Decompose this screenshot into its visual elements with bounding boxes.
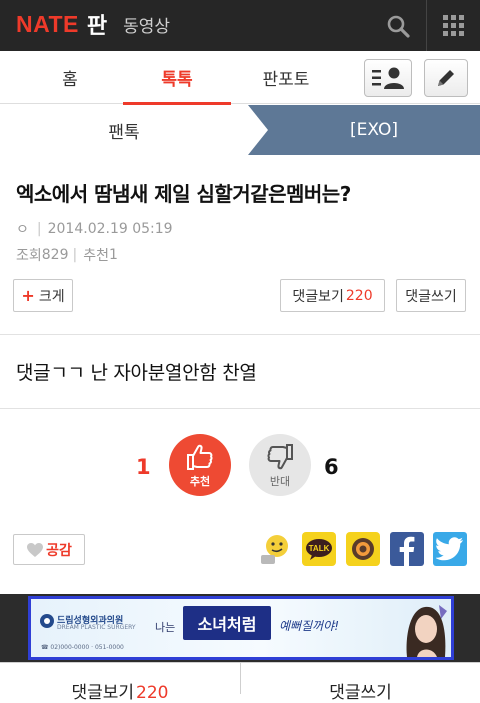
post-title: 엑소에서 땀냄새 제일 심할거같은멤버는?	[16, 182, 351, 206]
twitter-button[interactable]	[433, 532, 467, 566]
upvote-button[interactable]: 추천	[169, 434, 231, 496]
my-page-button[interactable]	[364, 59, 412, 97]
ad-headline: 소녀처럼	[183, 606, 271, 640]
facebook-button[interactable]	[390, 532, 424, 566]
upvote-count: 1	[136, 455, 151, 479]
pan-logo-text: 판	[86, 14, 108, 39]
write-post-button[interactable]	[424, 59, 468, 97]
breadcrumb: 팬톡 [EXO]	[0, 105, 480, 155]
recommend-label: 추천	[83, 248, 109, 264]
divider	[0, 334, 480, 335]
empathy-label: 공감	[46, 542, 72, 559]
write-comment-label: 댓글쓰기	[405, 288, 457, 305]
emoji-share-icon	[261, 535, 288, 564]
top-header: NATE 판 동영상	[0, 0, 480, 51]
search-button[interactable]	[372, 0, 424, 51]
ad-hospital-name-en: DREAM PLASTIC SURGERY	[57, 624, 136, 631]
video-link[interactable]: 동영상	[123, 12, 170, 37]
view-comments-label: 댓글보기	[292, 288, 344, 305]
downvote-button[interactable]: 반대	[249, 434, 311, 496]
ad-banner[interactable]: 드림성형외과의원 DREAM PLASTIC SURGERY ☎ 02)000-…	[28, 596, 454, 660]
views-count: 829	[41, 247, 69, 263]
breadcrumb-current[interactable]: [EXO]	[268, 105, 480, 155]
ad-area: 드림성형외과의원 DREAM PLASTIC SURGERY ☎ 02)000-…	[0, 594, 480, 662]
kakaotalk-label: TALK	[309, 544, 330, 553]
ad-model-image	[406, 605, 447, 657]
tab-toktok[interactable]: 톡톡	[123, 51, 231, 105]
grid-menu-icon	[442, 14, 464, 36]
menu-button[interactable]	[427, 0, 480, 51]
bottom-view-comments-label: 댓글보기	[71, 683, 135, 703]
enlarge-label: 크게	[38, 288, 65, 305]
post-meta-stats: 조회 829 | 추천 1	[16, 245, 118, 265]
nate-logo-text: NATE	[16, 10, 79, 37]
views-label: 조회	[16, 248, 42, 264]
kakaostory-button[interactable]	[346, 532, 380, 566]
recommend-count: 1	[108, 247, 118, 263]
post-meta-date: ㅇ | 2014.02.19 05:19	[16, 219, 173, 239]
emoji-share-button[interactable]	[258, 532, 292, 566]
bottom-write-comment-label: 댓글쓰기	[329, 683, 392, 703]
ad-tagline: 예뻐질꺼야!	[279, 619, 340, 633]
author-name[interactable]: ㅇ	[16, 219, 29, 239]
ad-phone: ☎ 02)000-0000 · 051-0000	[41, 644, 124, 651]
downvote-count: 6	[324, 455, 339, 479]
main-tabs: 홈 톡톡 판포토	[0, 51, 480, 105]
facebook-icon	[399, 536, 415, 566]
ad-text-prefix: 나는	[155, 621, 176, 634]
enlarge-text-button[interactable]: + 크게	[13, 279, 73, 312]
nate-pan-logo[interactable]: NATE 판 동영상	[16, 10, 170, 40]
meta-separator: |	[72, 247, 78, 263]
bottom-view-comments-button[interactable]: 댓글보기 220	[0, 663, 240, 703]
post-body: 댓글ㄱㄱ 난 자아분열안함 찬열	[16, 362, 257, 384]
write-comment-button[interactable]: 댓글쓰기	[396, 279, 466, 312]
meta-separator: |	[36, 221, 42, 237]
comment-count: 220	[345, 287, 373, 304]
bottom-write-comment-button[interactable]: 댓글쓰기	[241, 663, 480, 703]
profile-list-icon	[372, 67, 404, 89]
downvote-label: 반대	[269, 474, 291, 488]
twitter-icon	[436, 537, 463, 561]
tab-panpoto[interactable]: 판포토	[236, 51, 336, 104]
search-icon	[387, 15, 410, 38]
bottom-comment-bar: 댓글보기 220 댓글쓰기	[0, 662, 480, 703]
heart-icon	[27, 542, 44, 557]
empathy-button[interactable]: 공감	[13, 534, 85, 565]
thumbs-up-icon	[187, 444, 213, 470]
pencil-icon	[438, 70, 454, 86]
thumbs-down-icon	[267, 443, 293, 469]
kakaotalk-icon: TALK	[306, 539, 332, 560]
hospital-logo-icon	[40, 614, 54, 628]
breadcrumb-parent[interactable]: 팬톡	[0, 105, 248, 155]
kakaotalk-button[interactable]: TALK	[302, 532, 336, 566]
post-datetime: 2014.02.19 05:19	[47, 221, 173, 237]
view-comments-button[interactable]: 댓글보기 220	[280, 279, 385, 312]
bottom-comment-count: 220	[136, 683, 169, 703]
divider	[0, 408, 480, 409]
upvote-label: 추천	[189, 474, 211, 488]
plus-icon: +	[21, 286, 35, 305]
kakaostory-icon	[352, 538, 374, 560]
tab-home[interactable]: 홈	[20, 51, 120, 104]
